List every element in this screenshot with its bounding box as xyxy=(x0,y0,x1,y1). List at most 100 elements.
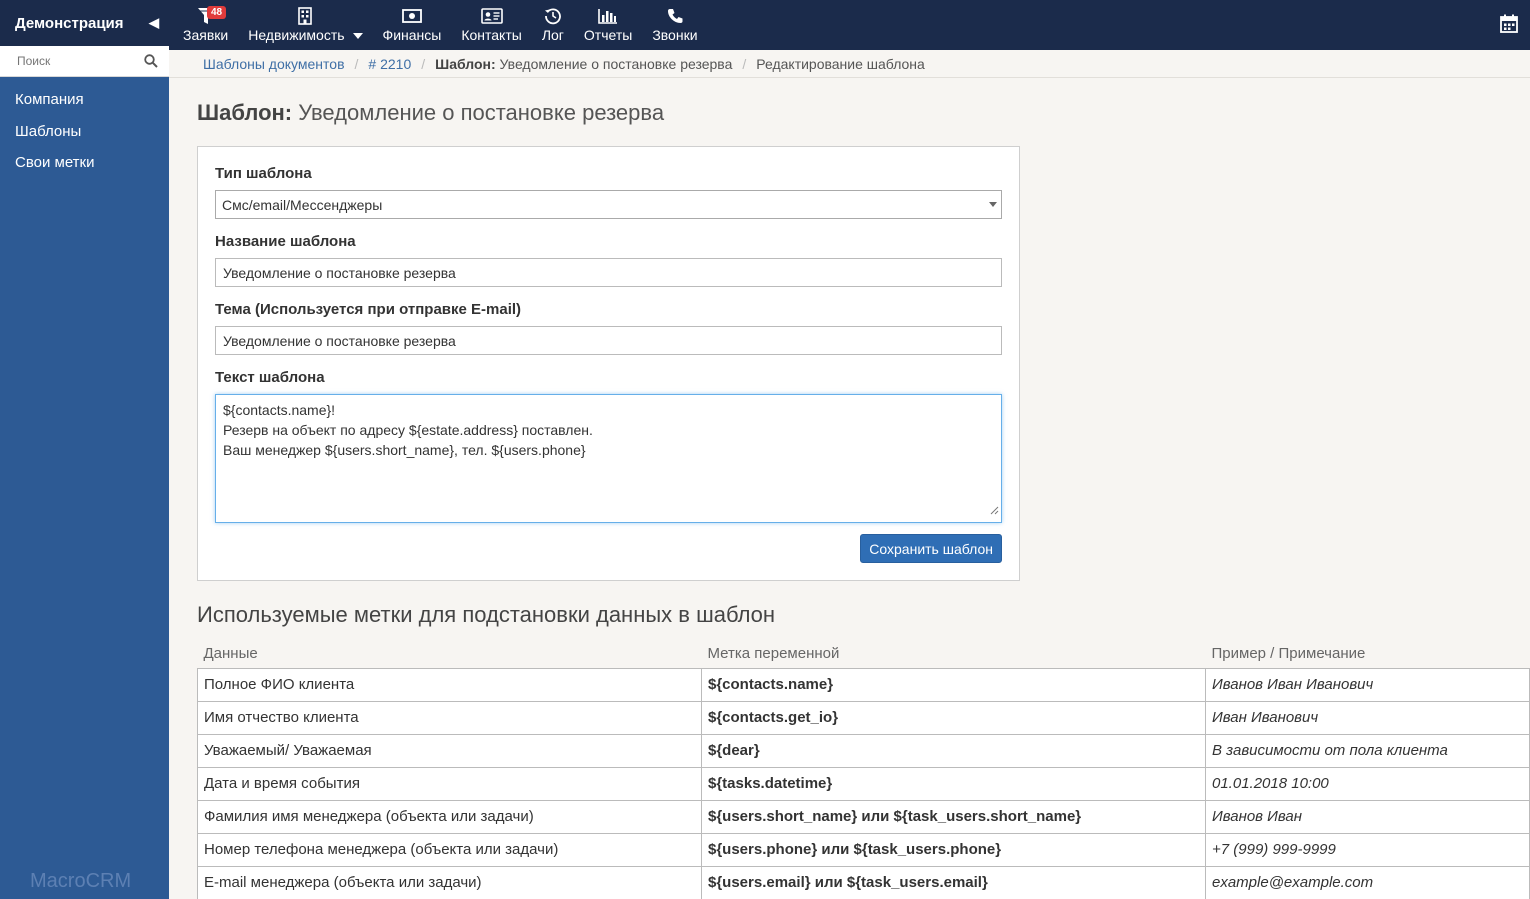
page-title-name: Уведомление о постановке резерва xyxy=(292,100,665,125)
template-type-value: Смс/email/Мессенджеры xyxy=(222,196,383,213)
breadcrumb-template-prefix: Шаблон: xyxy=(435,55,496,72)
dropdown-arrow-icon xyxy=(989,202,997,207)
breadcrumb-separator: / xyxy=(742,55,747,72)
nav-label: Лог xyxy=(541,27,564,43)
nav-label: Недвижимость xyxy=(248,27,345,43)
building-icon xyxy=(298,6,313,26)
row-example: В зависимости от пола клиента xyxy=(1205,733,1530,768)
nav-calls[interactable]: Звонки xyxy=(642,0,707,50)
template-name-input[interactable]: Уведомление о постановке резерва xyxy=(215,258,1002,287)
sidebar-search xyxy=(0,46,169,77)
save-template-button[interactable]: Сохранить шаблон xyxy=(860,534,1002,563)
contact-card-icon xyxy=(480,6,503,26)
nav-reports[interactable]: Отчеты xyxy=(574,0,642,50)
column-header: Метка переменной xyxy=(707,645,840,663)
row-mark: ${contacts.get_io} xyxy=(701,700,1206,735)
sidebar-item-custom-tags[interactable]: Свои метки xyxy=(0,147,169,179)
table-row: Полное ФИО клиента ${contacts.name} Иван… xyxy=(197,667,1530,702)
nav-log[interactable]: Лог xyxy=(532,0,574,50)
breadcrumb: Шаблоны документов / # 2210 / Шаблон: Ув… xyxy=(169,50,1530,78)
row-example: 01.01.2018 10:00 xyxy=(1205,766,1530,801)
column-header: Данные xyxy=(203,645,258,663)
nav-label: Финансы xyxy=(382,27,442,43)
row-example: +7 (999) 999-9999 xyxy=(1205,832,1530,867)
row-data: Номер телефона менеджера (объекта или за… xyxy=(197,832,702,867)
row-mark: ${users.email} или ${task_users.email} xyxy=(701,865,1206,899)
sidebar-item-templates[interactable]: Шаблоны xyxy=(0,116,169,148)
template-form: Тип шаблона Смс/email/Мессенджеры Назван… xyxy=(197,146,1020,581)
nav-real-estate[interactable]: Недвижимость xyxy=(238,0,372,50)
calendar-icon[interactable] xyxy=(1500,14,1518,38)
row-mark: ${contacts.name} xyxy=(701,667,1206,702)
table-row: Имя отчество клиента ${contacts.get_io} … xyxy=(197,700,1530,735)
sidebar-nav: Компания Шаблоны Свои метки xyxy=(0,77,169,179)
resize-handle-icon[interactable] xyxy=(990,500,999,520)
template-text-line: Резерв на объект по адресу ${estate.addr… xyxy=(223,422,593,438)
template-text-line: Ваш менеджер ${users.short_name}, тел. $… xyxy=(223,442,586,458)
template-type-label: Тип шаблона xyxy=(215,165,312,182)
subject-input[interactable]: Уведомление о постановке резерва xyxy=(215,326,1002,355)
top-navbar: 48 Заявки Недвижимость Финансы Контакты xyxy=(169,0,1530,50)
row-mark: ${dear} xyxy=(701,733,1206,768)
breadcrumb-link-id[interactable]: # 2210 xyxy=(368,56,411,72)
row-mark: ${tasks.datetime} xyxy=(701,766,1206,801)
tags-section-title: Используемые метки для подстановки данны… xyxy=(197,602,776,627)
table-row: Уважаемый/ Уважаемая ${dear} В зависимос… xyxy=(197,733,1530,768)
row-example: Иванов Иван xyxy=(1205,799,1530,834)
nav-label: Контакты xyxy=(461,27,522,43)
row-data: Дата и время события xyxy=(197,766,702,801)
nav-label: Звонки xyxy=(652,27,698,43)
nav-requests[interactable]: 48 Заявки xyxy=(173,0,238,50)
breadcrumb-template-name: Уведомление о постановке резерва xyxy=(495,55,733,72)
tags-table: Данные Метка переменной Пример / Примеча… xyxy=(197,640,1530,899)
money-icon xyxy=(402,6,422,26)
subject-label: Тема (Используется при отправке E-mail) xyxy=(215,301,522,318)
breadcrumb-link-documents[interactable]: Шаблоны документов xyxy=(203,56,345,72)
search-icon[interactable] xyxy=(140,54,162,68)
page-title-prefix: Шаблон: xyxy=(197,100,293,125)
phone-icon xyxy=(667,6,683,26)
nav-finance[interactable]: Финансы xyxy=(373,0,452,50)
template-name-label: Название шаблона xyxy=(215,233,356,250)
template-text-line: ${contacts.name}! xyxy=(223,402,336,418)
row-data: Фамилия имя менеджера (объекта или задач… xyxy=(197,799,702,834)
row-data: Имя отчество клиента xyxy=(197,700,702,735)
table-row: Номер телефона менеджера (объекта или за… xyxy=(197,832,1530,867)
breadcrumb-separator: / xyxy=(354,55,359,72)
table-row: Фамилия имя менеджера (объекта или задач… xyxy=(197,799,1530,834)
row-example: Иванов Иван Иванович xyxy=(1205,667,1530,702)
row-mark: ${users.short_name} или ${task_users.sho… xyxy=(701,799,1206,834)
table-row: E-mail менеджера (объекта или задачи) ${… xyxy=(197,865,1530,899)
history-icon xyxy=(544,6,562,26)
row-mark: ${users.phone} или ${task_users.phone} xyxy=(701,832,1206,867)
sidebar-header: Демонстрация ◀ xyxy=(0,0,169,46)
breadcrumb-template: Шаблон: Уведомление о постановке резерва xyxy=(435,56,732,72)
breadcrumb-separator: / xyxy=(421,55,426,72)
table-header-row: Данные Метка переменной Пример / Примеча… xyxy=(198,640,1530,668)
row-data: Полное ФИО клиента xyxy=(197,667,702,702)
table-row: Дата и время события ${tasks.datetime} 0… xyxy=(197,766,1530,801)
sidebar: Демонстрация ◀ Компания Шаблоны Свои мет… xyxy=(0,0,169,899)
row-example: example@example.com xyxy=(1205,865,1530,899)
search-input[interactable] xyxy=(0,46,140,76)
sidebar-item-company[interactable]: Компания xyxy=(0,84,169,116)
nav-label: Отчеты xyxy=(583,27,633,43)
requests-badge: 48 xyxy=(207,6,227,19)
row-data: E-mail менеджера (объекта или задачи) xyxy=(197,865,702,899)
nav-label: Заявки xyxy=(183,27,229,43)
template-type-select[interactable]: Смс/email/Мессенджеры xyxy=(215,190,1002,219)
breadcrumb-current: Редактирование шаблона xyxy=(756,55,925,72)
row-example: Иван Иванович xyxy=(1205,700,1530,735)
bar-chart-icon xyxy=(598,6,618,26)
brand-logo: MacroCRM xyxy=(30,870,132,892)
nav-contacts[interactable]: Контакты xyxy=(451,0,531,50)
chevron-down-icon xyxy=(352,33,363,40)
template-text-area[interactable]: ${contacts.name}! Резерв на объект по ад… xyxy=(215,394,1002,523)
template-text-label: Текст шаблона xyxy=(215,369,325,386)
row-data: Уважаемый/ Уважаемая xyxy=(197,733,702,768)
column-header: Пример / Примечание xyxy=(1211,645,1366,663)
main-content: Шаблон: Уведомление о постановке резерва… xyxy=(197,78,1530,899)
collapse-sidebar-icon[interactable]: ◀ xyxy=(149,15,159,31)
page-title: Шаблон: Уведомление о постановке резерва xyxy=(197,100,1530,126)
sidebar-title[interactable]: Демонстрация xyxy=(15,15,124,32)
